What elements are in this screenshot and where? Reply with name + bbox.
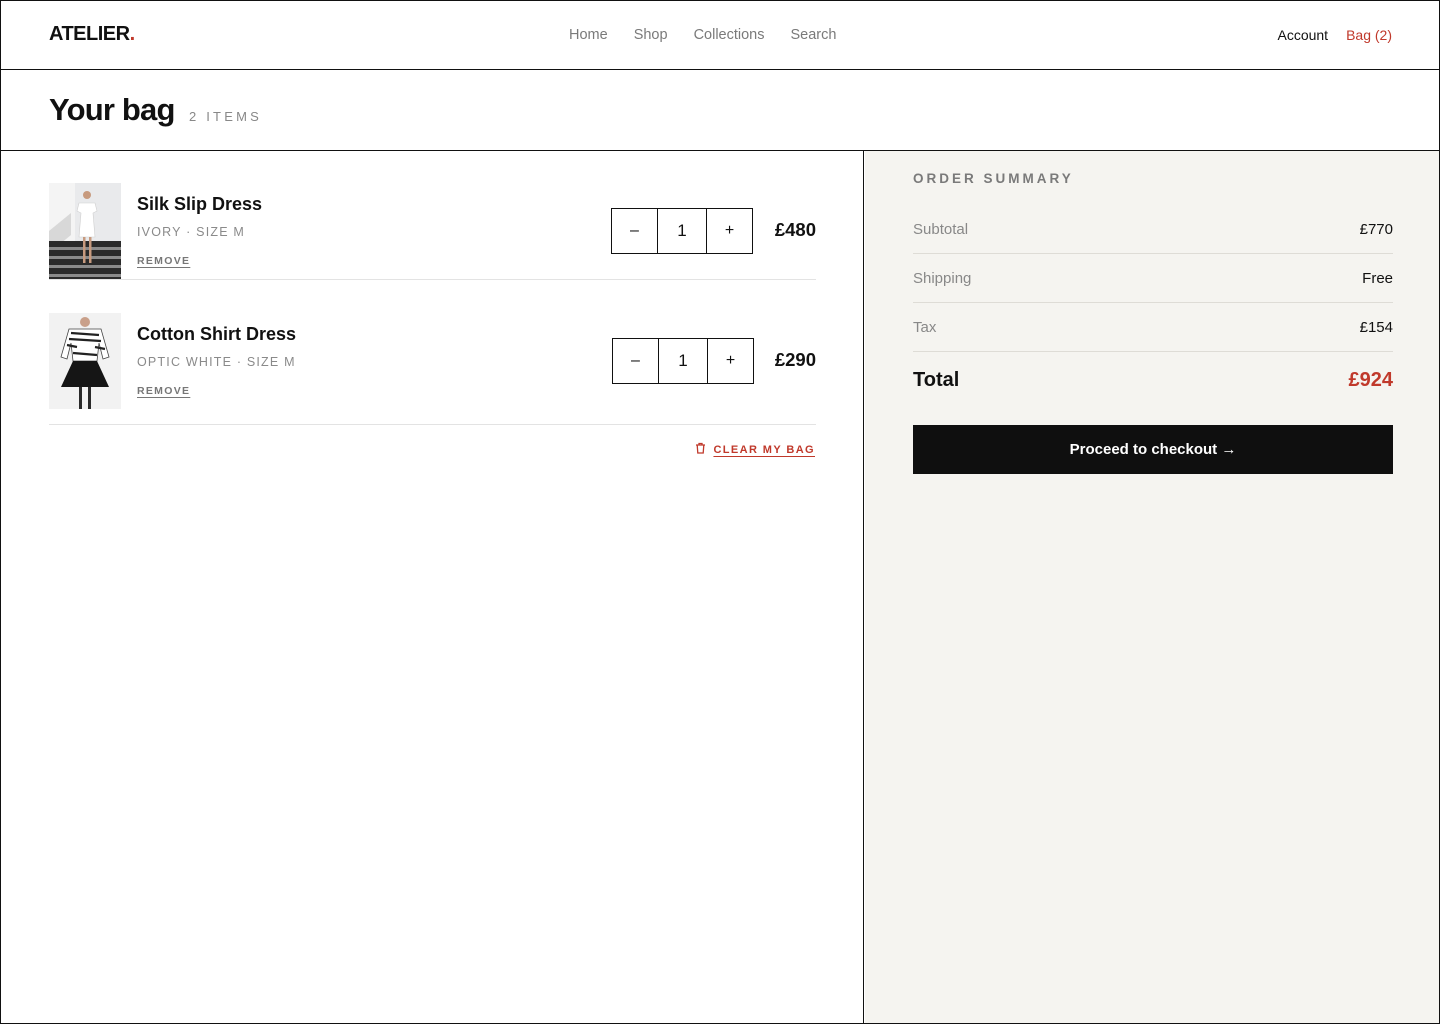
total-label: Total [913,369,960,391]
total-value: £924 [1348,369,1394,391]
nav-search[interactable]: Search [790,27,836,43]
increase-quantity-button[interactable]: + [707,209,752,253]
summary-title: ORDER SUMMARY [913,171,1074,186]
product-price: £480 [774,219,816,240]
product-name[interactable]: Silk Slip Dress [137,194,262,215]
cart-item: Cotton Shirt Dress OPTIC WHITE · SIZE M … [49,297,816,425]
product-price: £290 [774,349,816,370]
quantity-stepper: – 1 + [612,338,754,384]
logo-dot: . [129,23,136,45]
product-image-illustration [49,313,121,409]
nav-home[interactable]: Home [569,27,608,43]
decrease-quantity-button[interactable]: – [612,209,657,253]
page-frame: ATELIER. Home Shop Collections Search Ac… [0,0,1440,1024]
summary-value: £770 [1359,220,1393,238]
product-variant: OPTIC WHITE · SIZE M [137,355,296,369]
summary-total: Total £924 [913,369,1393,392]
quantity-stepper: – 1 + [611,208,753,254]
cart-item: Silk Slip Dress IVORY · SIZE M REMOVE – … [49,151,816,280]
summary-row-tax: Tax £154 [913,303,1393,352]
page-title: Your bag [49,92,175,127]
account-link[interactable]: Account [1277,27,1328,43]
summary-label: Shipping [913,269,972,287]
clear-bag-label: CLEAR MY BAG [713,444,815,456]
site-header: ATELIER. Home Shop Collections Search Ac… [1,1,1439,70]
remove-button[interactable]: REMOVE [137,255,190,267]
product-variant: IVORY · SIZE M [137,225,246,239]
logo[interactable]: ATELIER. [49,23,135,46]
item-count: 2 ITEMS [189,109,262,124]
product-image-illustration [49,183,121,279]
nav-shop[interactable]: Shop [634,27,668,43]
nav-collections[interactable]: Collections [694,27,765,43]
header-actions: Account Bag (2) [1277,27,1392,43]
summary-label: Tax [913,318,937,336]
summary-label: Subtotal [913,220,969,238]
summary-row-shipping: Shipping Free [913,254,1393,303]
quantity-value[interactable]: 1 [658,339,708,383]
main-nav: Home Shop Collections Search [569,27,836,43]
product-image[interactable] [49,183,121,279]
title-bar: Your bag 2 ITEMS [1,70,1439,151]
product-image[interactable] [49,313,121,409]
bag-link[interactable]: Bag (2) [1346,27,1392,43]
summary-value: Free [1362,269,1393,287]
cart-list: Silk Slip Dress IVORY · SIZE M REMOVE – … [1,151,864,1023]
summary-value: £154 [1359,318,1393,336]
decrease-quantity-button[interactable]: – [613,339,658,383]
increase-quantity-button[interactable]: + [708,339,753,383]
product-name[interactable]: Cotton Shirt Dress [137,324,296,345]
quantity-value[interactable]: 1 [657,209,707,253]
clear-bag-button[interactable]: CLEAR MY BAG [695,441,815,459]
summary-row-subtotal: Subtotal £770 [913,205,1393,254]
remove-button[interactable]: REMOVE [137,385,190,397]
order-summary: ORDER SUMMARY Subtotal £770 Shipping Fre… [865,151,1439,1023]
trash-icon [695,441,706,459]
checkout-button[interactable]: Proceed to checkout → [913,425,1393,474]
